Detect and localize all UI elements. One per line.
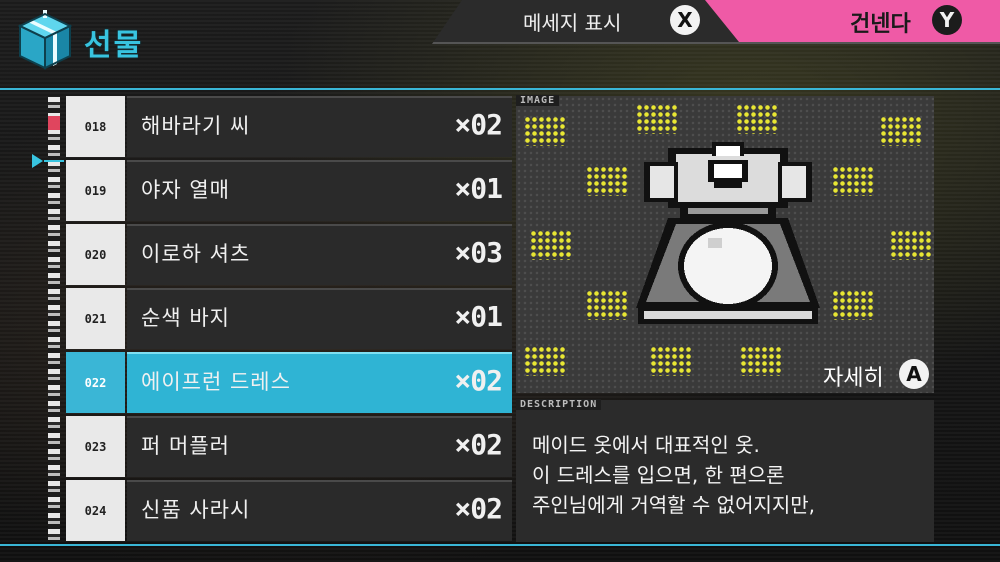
gift-row-selected[interactable]: 022 에이프런 드레스 ×02 xyxy=(66,352,512,413)
description-panel: 메이드 옷에서 대표적인 옷. 이 드레스를 입으면, 한 편으론 주인님에게 … xyxy=(516,400,934,542)
dot-pattern xyxy=(736,104,778,134)
page-title: 선물 xyxy=(84,28,144,63)
gift-box-icon xyxy=(17,10,73,70)
gift-quantity: ×01 xyxy=(454,300,503,333)
details-label[interactable]: 자세히 xyxy=(823,360,884,392)
gift-name: 이로하 셔츠 xyxy=(141,242,251,266)
gift-name: 신품 사라시 xyxy=(141,498,251,522)
gift-quantity: ×02 xyxy=(454,108,503,141)
dot-pattern xyxy=(586,166,628,196)
description-text: 메이드 옷에서 대표적인 옷. 이 드레스를 입으면, 한 편으론 주인님에게 … xyxy=(532,433,816,517)
gift-row[interactable]: 018 해바라기 씨 ×02 xyxy=(66,96,512,157)
dot-pattern xyxy=(586,290,628,320)
dot-pattern xyxy=(880,116,922,146)
gift-quantity: ×03 xyxy=(454,236,503,269)
scroll-position-marker[interactable] xyxy=(48,116,60,130)
give-button-label[interactable]: 건넨다 xyxy=(850,6,911,38)
gift-name: 에이프런 드레스 xyxy=(141,370,291,394)
dot-pattern xyxy=(524,116,566,146)
y-button-icon[interactable]: Y xyxy=(932,5,962,35)
dot-pattern xyxy=(740,346,782,376)
gift-quantity: ×02 xyxy=(454,364,503,397)
gift-row[interactable]: 024 신품 사라시 ×02 xyxy=(66,480,512,541)
gift-quantity: ×02 xyxy=(454,492,503,525)
gift-name: 해바라기 씨 xyxy=(141,114,251,138)
x-button-icon[interactable]: X xyxy=(670,5,700,35)
gift-number: 021 xyxy=(66,288,125,349)
gift-name: 퍼 머플러 xyxy=(141,434,230,458)
gift-name: 순색 바지 xyxy=(141,306,230,330)
dot-pattern xyxy=(650,346,692,376)
a-button-icon[interactable]: A xyxy=(899,359,929,389)
apron-dress-icon xyxy=(636,142,820,324)
header-divider xyxy=(0,88,1000,90)
dot-pattern xyxy=(524,346,566,376)
gift-quantity: ×02 xyxy=(454,428,503,461)
description-panel-tag: DESCRIPTION xyxy=(516,399,602,410)
dot-pattern xyxy=(890,230,932,260)
gift-number: 024 xyxy=(66,480,125,541)
gift-number: 023 xyxy=(66,416,125,477)
dot-pattern xyxy=(636,104,678,134)
triangle-right-icon xyxy=(32,154,43,168)
gift-number: 022 xyxy=(66,352,125,413)
cursor-line xyxy=(44,160,64,162)
gift-quantity: ×01 xyxy=(454,172,503,205)
gift-row[interactable]: 020 이로하 셔츠 ×03 xyxy=(66,224,512,285)
gift-row[interactable]: 021 순색 바지 ×01 xyxy=(66,288,512,349)
dot-pattern xyxy=(530,230,572,260)
gift-name: 야자 열매 xyxy=(141,178,230,202)
image-panel-tag: IMAGE xyxy=(516,95,560,106)
scroll-track[interactable] xyxy=(48,97,60,540)
gift-row[interactable]: 023 퍼 머플러 ×02 xyxy=(66,416,512,477)
gift-number: 019 xyxy=(66,160,125,221)
gift-row[interactable]: 019 야자 열매 ×01 xyxy=(66,160,512,221)
footer-divider xyxy=(0,544,1000,546)
gift-number: 020 xyxy=(66,224,125,285)
message-toggle-label[interactable]: 메세지 표시 xyxy=(523,7,621,36)
dot-pattern xyxy=(832,166,874,196)
gift-number: 018 xyxy=(66,96,125,157)
dot-pattern xyxy=(832,290,874,320)
